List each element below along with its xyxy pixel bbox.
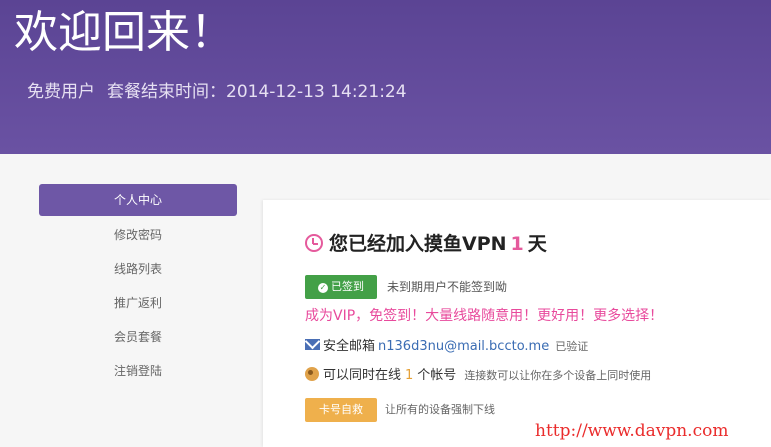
sidebar-item-referral[interactable]: 推广返利 (39, 286, 237, 320)
joined-prefix: 您已经加入摸鱼VPN (329, 233, 507, 255)
email-verified-status: 已验证 (555, 340, 589, 353)
plan-end-time: 2014-12-13 14:21:24 (226, 82, 407, 102)
kick-row: 卡号自救 让所有的设备强制下线 (305, 398, 495, 422)
sidebar-item-profile[interactable]: 个人中心 (39, 184, 237, 216)
kick-devices-button[interactable]: 卡号自救 (305, 398, 377, 422)
email-label: 安全邮箱 (323, 339, 376, 354)
clock-icon (305, 234, 323, 252)
signed-in-label: 已签到 (331, 280, 364, 293)
signin-note: 未到期用户不能签到呦 (387, 280, 508, 294)
sidebar-item-logout[interactable]: 注销登陆 (39, 354, 237, 388)
online-hint: 连接数可以让你在多个设备上同时使用 (464, 369, 652, 382)
check-circle-icon: ✓ (318, 283, 328, 293)
online-prefix: 可以同时在线 (323, 368, 402, 383)
online-suffix: 个帐号 (417, 368, 457, 383)
user-type: 免费用户 (27, 82, 95, 102)
welcome-title: 欢迎回来！ (14, 7, 234, 58)
globe-icon (305, 367, 319, 381)
sidebar-nav: 个人中心 修改密码 线路列表 推广返利 会员套餐 注销登陆 (39, 184, 237, 388)
sidebar-item-plans[interactable]: 会员套餐 (39, 320, 237, 354)
vip-promo[interactable]: 成为VIP，免签到！大量线路随意用！更好用！更多选择！ (305, 306, 663, 326)
concurrent-row: 可以同时在线 1 个帐号 连接数可以让你在多个设备上同时使用 (305, 366, 651, 386)
signin-row: ✓ 已签到 未到期用户不能签到呦 (305, 275, 507, 299)
signed-in-button[interactable]: ✓ 已签到 (305, 275, 377, 299)
email-row: 安全邮箱 n136d3nu@mail.bccto.me 已验证 (305, 337, 588, 357)
header-banner: 欢迎回来！ 免费用户 套餐结束时间：2014-12-13 14:21:24 (0, 0, 771, 154)
sidebar-item-change-password[interactable]: 修改密码 (39, 218, 237, 252)
site-watermark: http://www.davpn.com (535, 421, 729, 441)
sidebar-item-server-list[interactable]: 线路列表 (39, 252, 237, 286)
envelope-icon (305, 339, 320, 350)
email-value: n136d3nu@mail.bccto.me (378, 339, 550, 354)
kick-note: 让所有的设备强制下线 (385, 403, 495, 416)
joined-days: 1 (510, 233, 524, 255)
account-summary: 免费用户 套餐结束时间：2014-12-13 14:21:24 (27, 80, 407, 104)
plan-end-label: 套餐结束时间： (107, 82, 226, 102)
membership-heading: 您已经加入摸鱼VPN 1 天 (305, 230, 547, 258)
online-count: 1 (405, 368, 414, 383)
joined-suffix: 天 (527, 233, 547, 255)
